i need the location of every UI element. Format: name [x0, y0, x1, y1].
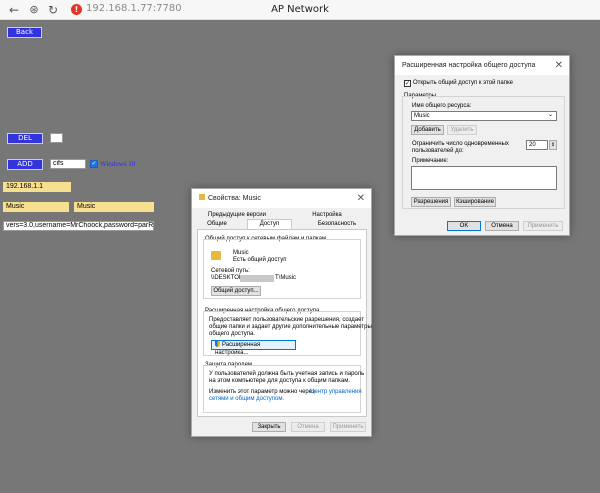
ip-field[interactable]: 192.168.1.1: [3, 182, 71, 192]
close-icon[interactable]: ✕: [357, 189, 365, 208]
share-folder-checkbox[interactable]: ✓: [404, 80, 411, 87]
folder-status: Есть общий доступ: [233, 257, 287, 263]
cancel-button[interactable]: Отмена: [485, 221, 519, 231]
browser-toolbar: ← ⊛ ↻ ! 192.168.1.77:7780 AP Network: [0, 0, 600, 20]
chevron-down-icon: ⌄: [547, 112, 553, 118]
limit-stepper[interactable]: ⇕: [549, 140, 557, 150]
share-name-value: Music: [414, 113, 430, 119]
password-text-1: У пользователей должна быть учетная запи…: [209, 371, 365, 377]
limit-label-1: Ограничить число одновременных: [412, 141, 509, 147]
note-label: Примечание:: [412, 158, 449, 164]
tab-customize[interactable]: Настройка: [297, 211, 357, 220]
share-name-field-1[interactable]: Music: [3, 202, 69, 212]
close-button[interactable]: Закрыть: [252, 422, 286, 432]
share-name-field-2[interactable]: Music: [74, 202, 154, 212]
cancel-button[interactable]: Отмена: [291, 422, 325, 432]
back-button[interactable]: Back: [7, 27, 42, 38]
net-path-suffix: T\Music: [275, 275, 296, 281]
caching-button[interactable]: Кэширование: [454, 197, 496, 207]
share-button[interactable]: Общий доступ...: [211, 286, 261, 296]
del-input[interactable]: [50, 133, 63, 143]
advanced-sharing-dialog: Расширенная настройка общего доступа ✕ ✓…: [394, 55, 570, 236]
permissions-button[interactable]: Разрешения: [411, 197, 451, 207]
properties-dialog: Свойства: Music ✕ Предыдущие версии Наст…: [191, 188, 372, 437]
tab-security[interactable]: Безопасность: [307, 220, 367, 229]
password-text-2: на этом компьютере для доступа к общим п…: [209, 378, 351, 384]
add-button[interactable]: ADD: [7, 159, 43, 170]
note-textarea[interactable]: [411, 166, 557, 190]
del-button[interactable]: DEL: [7, 133, 43, 144]
folder-icon: [199, 194, 205, 200]
folder-icon: [211, 251, 221, 260]
properties-dialog-titlebar: Свойства: Music: [192, 189, 371, 208]
network-center-link-2[interactable]: сетями и общим доступом.: [209, 396, 284, 403]
share-name-select[interactable]: Music ⌄: [411, 111, 557, 121]
apply-button[interactable]: Применить: [330, 422, 366, 432]
change-text: Изменить этот параметр можно через: [209, 389, 315, 395]
redacted-block: [240, 275, 274, 282]
net-path-label: Сетевой путь:: [211, 268, 250, 274]
advanced-text-3: общего доступа.: [209, 331, 255, 337]
dialog-title: Свойства: Music: [208, 195, 261, 202]
net-path-prefix: \\DESKTOI: [211, 275, 241, 281]
advanced-text-1: Предоставляет пользовательские разрешени…: [209, 317, 365, 323]
share-name-label: Имя общего ресурса:: [412, 103, 472, 109]
remove-share-button[interactable]: Удалить: [447, 125, 477, 135]
limit-input[interactable]: 20: [526, 140, 548, 150]
advanced-text-2: общие папки и задает другие дополнительн…: [209, 324, 372, 330]
network-center-link[interactable]: Центр управления: [310, 389, 362, 396]
share-folder-label: Открыть общий доступ к этой папке: [413, 80, 514, 86]
folder-name: Music: [233, 250, 249, 256]
tab-sharing[interactable]: Доступ: [247, 219, 292, 229]
advanced-dialog-titlebar: Расширенная настройка общего доступа: [395, 56, 569, 75]
windows-checkbox[interactable]: ✓: [90, 160, 98, 168]
tab-panel: Общий доступ к сетевым файлам и папкам M…: [197, 229, 372, 417]
page-title: AP Network: [271, 4, 329, 15]
add-share-button[interactable]: Добавить: [411, 125, 444, 135]
shield-icon: [215, 341, 220, 348]
add-input[interactable]: cifs: [50, 159, 86, 169]
ok-button[interactable]: OK: [447, 221, 481, 231]
apply-button[interactable]: Применить: [523, 221, 563, 231]
options-field[interactable]: vers=3.0,username=MrChoock,password=parR: [3, 221, 154, 231]
limit-label-2: пользователей до:: [412, 148, 464, 154]
advanced-settings-button[interactable]: Расширенная настройка...: [211, 340, 296, 356]
tab-general[interactable]: Общие: [197, 220, 237, 229]
close-icon[interactable]: ✕: [555, 56, 563, 75]
windows-label: Windows 10: [100, 160, 136, 168]
